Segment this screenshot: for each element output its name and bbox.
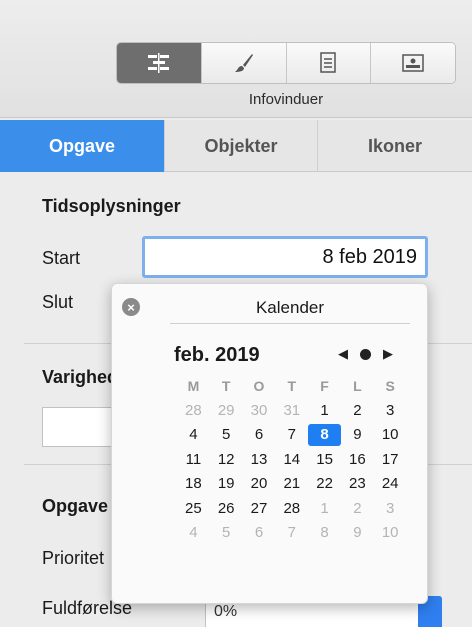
next-month-icon[interactable]: ▶ bbox=[381, 346, 395, 362]
divider bbox=[170, 323, 410, 324]
inspector-label: Infovinduer bbox=[248, 91, 324, 108]
gantt-icon bbox=[147, 53, 169, 73]
calendar-day[interactable]: 11 bbox=[177, 449, 210, 471]
calendar-grid: MTOTFLS 28 29 30 31 1 2 3 4 5 6 7 8 9 10 11 12 13 14 15 16 1… bbox=[177, 374, 407, 546]
calendar-day[interactable]: 25 bbox=[177, 498, 210, 520]
calendar-day[interactable]: 10 bbox=[374, 424, 407, 446]
start-date-field[interactable]: 8 feb 2019 bbox=[142, 236, 428, 278]
calendar-day[interactable]: 21 bbox=[275, 473, 308, 495]
duration-title: Varighed bbox=[42, 367, 119, 387]
document-icon bbox=[320, 52, 337, 73]
calendar-day[interactable]: 6 bbox=[243, 424, 276, 446]
calendar-day[interactable]: 26 bbox=[210, 498, 243, 520]
today-icon[interactable] bbox=[360, 348, 371, 360]
calendar-day[interactable]: 19 bbox=[210, 473, 243, 495]
calendar-popover: × Kalender feb. 2019 ◀ ▶ MTOTFLS 28 29 30 3… bbox=[111, 283, 428, 604]
calendar-day[interactable]: 4 bbox=[177, 522, 210, 544]
calendar-day[interactable]: 14 bbox=[275, 449, 308, 471]
calendar-day[interactable]: 20 bbox=[243, 473, 276, 495]
calendar-day[interactable]: 29 bbox=[210, 400, 243, 422]
calendar-day[interactable]: 6 bbox=[243, 522, 276, 544]
calendar-day[interactable]: 1 bbox=[308, 498, 341, 520]
weekday-header-row: MTOTFLS bbox=[177, 374, 407, 399]
inspector-tabs: Opgave Objekter Ikoner bbox=[0, 120, 472, 172]
calendar-month-label: feb. 2019 bbox=[174, 344, 260, 366]
gantt-inspector-button[interactable] bbox=[117, 43, 202, 83]
calendar-day[interactable]: 16 bbox=[341, 449, 374, 471]
tab-ikoner[interactable]: Ikoner bbox=[318, 120, 472, 172]
calendar-day[interactable]: 15 bbox=[308, 449, 341, 471]
start-label: Start bbox=[42, 248, 81, 268]
calendar-day-selected[interactable]: 8 bbox=[308, 424, 341, 447]
calendar-week-row: 25 26 27 28 1 2 3 bbox=[177, 497, 407, 522]
calendar-day[interactable]: 9 bbox=[341, 522, 374, 544]
calendar-day[interactable]: 18 bbox=[177, 473, 210, 495]
picture-icon bbox=[402, 54, 424, 72]
calendar-day[interactable]: 31 bbox=[275, 400, 308, 422]
tab-objekter[interactable]: Objekter bbox=[165, 120, 318, 172]
weekday-label: O bbox=[253, 378, 265, 395]
calendar-day[interactable]: 3 bbox=[374, 400, 407, 422]
calendar-day[interactable]: 3 bbox=[374, 498, 407, 520]
priority-label: Prioritet bbox=[42, 548, 105, 568]
calendar-day[interactable]: 8 bbox=[308, 522, 341, 544]
calendar-day[interactable]: 1 bbox=[308, 400, 341, 422]
calendar-day[interactable]: 24 bbox=[374, 473, 407, 495]
calendar-day[interactable]: 5 bbox=[210, 424, 243, 446]
inspector-segmented-control bbox=[116, 42, 456, 84]
weekday-label: T bbox=[221, 378, 231, 395]
calendar-day[interactable]: 12 bbox=[210, 449, 243, 471]
close-icon[interactable]: × bbox=[122, 298, 140, 316]
calendar-day[interactable]: 22 bbox=[308, 473, 341, 495]
weekday-label: L bbox=[353, 378, 362, 395]
calendar-day[interactable]: 17 bbox=[374, 449, 407, 471]
brush-icon bbox=[234, 54, 253, 72]
calendar-week-row: 11 12 13 14 15 16 17 bbox=[177, 448, 407, 473]
calendar-week-row: 4 5 6 7 8 9 10 bbox=[177, 521, 407, 546]
document-inspector-button[interactable] bbox=[286, 43, 372, 83]
calendar-day[interactable]: 7 bbox=[275, 424, 308, 446]
task-section-title: Opgave bbox=[42, 496, 109, 516]
calendar-day[interactable]: 30 bbox=[243, 400, 276, 422]
calendar-title: Kalender bbox=[255, 298, 325, 317]
calendar-day[interactable]: 4 bbox=[177, 424, 210, 446]
weekday-label: M bbox=[187, 378, 200, 395]
time-section-title: Tidsoplysninger bbox=[42, 196, 181, 216]
calendar-week-row: 4 5 6 7 8 9 10 bbox=[177, 423, 407, 448]
calendar-day[interactable]: 9 bbox=[341, 424, 374, 446]
calendar-day[interactable]: 5 bbox=[210, 522, 243, 544]
picture-inspector-button[interactable] bbox=[371, 43, 455, 83]
calendar-day[interactable]: 10 bbox=[374, 522, 407, 544]
weekday-label: S bbox=[385, 378, 395, 395]
tab-opgave[interactable]: Opgave bbox=[0, 120, 165, 172]
calendar-day[interactable]: 2 bbox=[341, 498, 374, 520]
weekday-label: F bbox=[320, 378, 329, 395]
weekday-label: T bbox=[287, 378, 297, 395]
style-inspector-button[interactable] bbox=[201, 43, 287, 83]
calendar-week-row: 18 19 20 21 22 23 24 bbox=[177, 472, 407, 497]
calendar-day[interactable]: 28 bbox=[177, 400, 210, 422]
calendar-day[interactable]: 27 bbox=[243, 498, 276, 520]
end-label: Slut bbox=[42, 292, 74, 312]
calendar-day[interactable]: 7 bbox=[275, 522, 308, 544]
calendar-navigation: ◀ ▶ bbox=[336, 346, 395, 362]
previous-month-icon[interactable]: ◀ bbox=[336, 346, 350, 362]
inspector-toolbar: Infovinduer bbox=[0, 0, 472, 118]
calendar-day[interactable]: 28 bbox=[275, 498, 308, 520]
calendar-week-row: 28 29 30 31 1 2 3 bbox=[177, 399, 407, 424]
calendar-day[interactable]: 2 bbox=[341, 400, 374, 422]
calendar-day[interactable]: 23 bbox=[341, 473, 374, 495]
calendar-day[interactable]: 13 bbox=[243, 449, 276, 471]
